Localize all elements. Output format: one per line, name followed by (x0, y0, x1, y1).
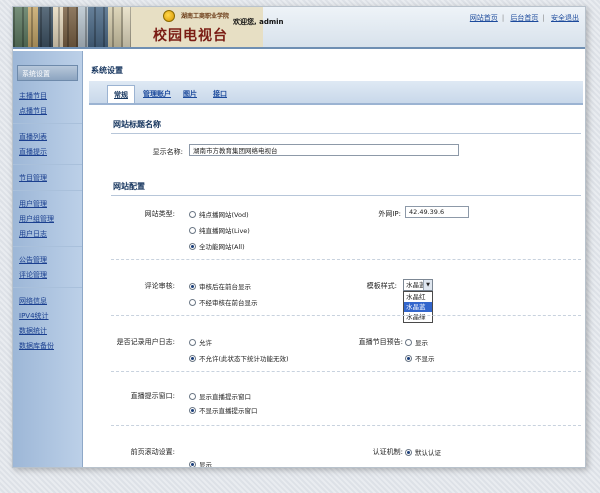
header-banner: 湖南工商职业学院 校园电视台 (13, 7, 263, 47)
site-type-option-live[interactable]: 纯直播网站(Live) (189, 225, 250, 235)
sidebar-group: 用户管理 用户组管理 用户日志 (13, 197, 82, 247)
template-style-select[interactable]: 水晶蓝 ▼ (403, 279, 433, 291)
sidebar-item-data-stats[interactable]: 数据统计 (13, 324, 82, 339)
sidebar-item-user-group-management[interactable]: 用户组管理 (13, 212, 82, 227)
radio-selected-icon[interactable] (189, 354, 196, 362)
chevron-down-icon[interactable]: ▼ (423, 280, 432, 290)
tab-interface[interactable]: 接口 (207, 85, 233, 103)
sidebar-item-program-management[interactable]: 节目管理 (13, 171, 82, 186)
sidebar-item-live-programs[interactable]: 主播节目 (13, 89, 82, 104)
sidebar-item-user-management[interactable]: 用户管理 (13, 197, 82, 212)
site-type-option-vod[interactable]: 纯点播网站(Vod) (189, 209, 249, 219)
sidebar-item-vod-programs[interactable]: 点播节目 (13, 104, 82, 119)
sidebar-group: 公告管理 评论管理 (13, 253, 82, 288)
school-name: 湖南工商职业学院 (181, 13, 230, 20)
template-option-blue[interactable]: 水晶蓝 (404, 302, 432, 312)
live-window-option-hide[interactable]: 不显示直播提示窗口 (189, 405, 258, 415)
school-logo-icon (163, 10, 175, 22)
welcome-text: 欢迎您, admin (233, 18, 284, 26)
display-name-input[interactable] (189, 144, 459, 156)
template-style-dropdown: 水晶红 水晶蓝 水晶绿 (403, 291, 433, 323)
record-log-option-allow[interactable]: 允许 (189, 337, 212, 347)
sidebar-heading[interactable]: 系统设置 (17, 65, 78, 81)
auth-label: 认证机制: (372, 448, 403, 456)
sidebar-item-live-prompt[interactable]: 直播提示 (13, 145, 82, 160)
template-option-red[interactable]: 水晶红 (404, 292, 432, 302)
live-prompt-option-show[interactable]: 显示 (405, 337, 428, 347)
front-marquee-option-show[interactable]: 显示 (189, 459, 212, 467)
section-title-site-config: 网站配置 (113, 182, 145, 191)
comment-review-option-direct[interactable]: 不经审核在前台显示 (189, 297, 258, 307)
tab-general[interactable]: 常规 (107, 85, 135, 103)
live-prompt-label: 直播节目预告: (358, 338, 403, 346)
template-style-label: 模板样式: (366, 282, 397, 290)
sidebar: 系统设置 主播节目 点播节目 直播列表 直播提示 节目管理 用户管理 用户组管理… (13, 51, 83, 467)
radio-icon[interactable] (189, 298, 196, 306)
radio-selected-icon[interactable] (405, 354, 412, 362)
page-title: 系统设置 (91, 66, 123, 75)
radio-selected-icon[interactable] (189, 460, 196, 467)
live-window-option-show[interactable]: 显示直播提示窗口 (189, 391, 251, 401)
live-prompt-option-hide[interactable]: 不显示 (405, 353, 435, 363)
sidebar-group: 节目管理 (13, 171, 82, 191)
external-ip-label: 外网IP: (378, 210, 401, 218)
radio-selected-icon[interactable] (405, 448, 412, 456)
sidebar-group: 网络信息 IPV4统计 数据统计 数据库备份 (13, 294, 82, 358)
radio-icon[interactable] (405, 338, 412, 346)
display-name-label: 显示名称: (152, 148, 183, 156)
radio-selected-icon[interactable] (189, 282, 196, 290)
sidebar-item-network-info[interactable]: 网络信息 (13, 294, 82, 309)
record-log-option-deny[interactable]: 不允许(此状态下统计功能无效) (189, 353, 289, 363)
header: 湖南工商职业学院 校园电视台 欢迎您, admin 网站首页 | 后台首页 | 安全… (13, 7, 585, 49)
auth-option-default[interactable]: 默认认证 (405, 447, 441, 457)
radio-icon[interactable] (189, 392, 196, 400)
site-type-option-all[interactable]: 全功能网站(All) (189, 241, 245, 251)
sidebar-item-ipv4-stats[interactable]: IPV4统计 (13, 309, 82, 324)
sidebar-group: 直播列表 直播提示 (13, 130, 82, 165)
radio-icon[interactable] (189, 210, 196, 218)
logout-link[interactable]: 安全退出 (551, 14, 579, 22)
sidebar-item-live-list[interactable]: 直播列表 (13, 130, 82, 145)
site-title: 校园电视台 (153, 28, 228, 44)
home-link[interactable]: 网站首页 (470, 14, 498, 22)
radio-selected-icon[interactable] (189, 406, 196, 414)
app-window: 湖南工商职业学院 校园电视台 欢迎您, admin 网站首页 | 后台首页 | 安全… (12, 6, 586, 468)
radio-selected-icon[interactable] (189, 242, 196, 250)
banner-photo-strip (13, 7, 131, 47)
radio-icon[interactable] (189, 338, 196, 346)
tab-bar: 常规 管理账户 图片 接口 (89, 81, 583, 105)
top-links: 网站首页 | 后台首页 | 安全退出 (469, 14, 579, 22)
live-window-label: 直播提示窗口: (130, 392, 175, 400)
site-type-label: 网站类型: (144, 210, 175, 218)
comment-review-option-moderated[interactable]: 审核后在前台显示 (189, 281, 251, 291)
comment-review-label: 评论审核: (144, 282, 175, 290)
front-marquee-label: 前页滚动设置: (130, 448, 175, 456)
sidebar-item-comment-management[interactable]: 评论管理 (13, 268, 82, 283)
template-option-green[interactable]: 水晶绿 (404, 312, 432, 322)
tab-admin-account[interactable]: 管理账户 (137, 85, 177, 103)
admin-home-link[interactable]: 后台首页 (510, 14, 538, 22)
external-ip-input[interactable] (405, 206, 469, 218)
radio-icon[interactable] (189, 226, 196, 234)
main-panel: 系统设置 常规 管理账户 图片 接口 网站标题名称 显示名称: 网站配置 网站类… (85, 51, 585, 467)
record-log-label: 是否记录用户日志: (116, 338, 175, 346)
sidebar-group: 主播节目 点播节目 (13, 89, 82, 124)
sidebar-item-user-log[interactable]: 用户日志 (13, 227, 82, 242)
section-title-site-name: 网站标题名称 (113, 120, 161, 129)
sidebar-item-database-backup[interactable]: 数据库备份 (13, 339, 82, 354)
tab-images[interactable]: 图片 (177, 85, 203, 103)
sidebar-item-announcement-management[interactable]: 公告管理 (13, 253, 82, 268)
